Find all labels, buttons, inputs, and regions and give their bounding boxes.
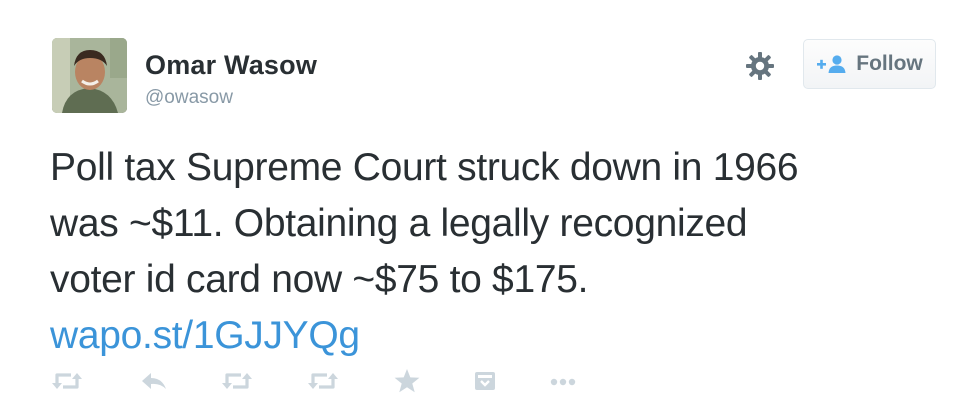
retweet-icon[interactable]: [220, 366, 254, 396]
author-avatar[interactable]: [52, 38, 127, 113]
reply-icon[interactable]: [138, 366, 172, 396]
follow-button-label: Follow: [856, 52, 923, 75]
follow-button[interactable]: Follow: [803, 39, 936, 89]
tweet-text: Poll tax Supreme Court struck down in 19…: [50, 140, 950, 364]
favorite-icon[interactable]: [390, 366, 424, 396]
author-name[interactable]: Omar Wasow: [145, 50, 317, 81]
embed-icon[interactable]: [468, 366, 502, 396]
gear-icon[interactable]: [744, 50, 776, 82]
author-handle[interactable]: @owasow: [145, 87, 233, 109]
retweet-icon[interactable]: [306, 366, 340, 396]
tweet-text-line: was ~$11. Obtaining a legally recognized: [50, 202, 748, 245]
retweeted-icon: [50, 366, 84, 396]
tweet-link[interactable]: wapo.st/1GJJYQg: [50, 308, 950, 364]
tweet-text-line: voter id card now ~$75 to $175.: [50, 258, 589, 301]
more-icon[interactable]: [546, 366, 580, 396]
add-user-icon: [817, 55, 846, 73]
tweet-text-line: Poll tax Supreme Court struck down in 19…: [50, 146, 799, 189]
